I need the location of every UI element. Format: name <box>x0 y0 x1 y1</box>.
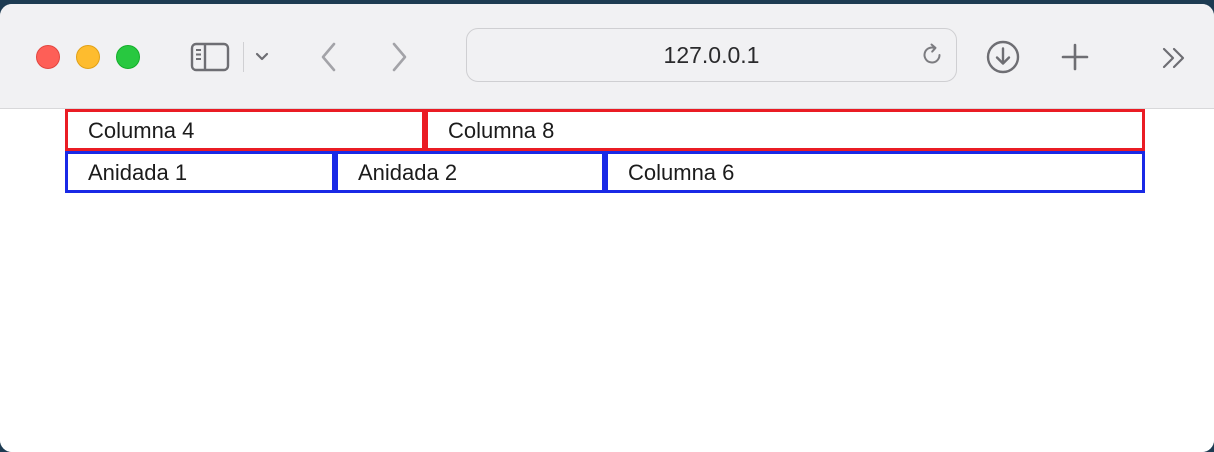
address-bar[interactable]: 127.0.0.1 <box>466 28 957 82</box>
reload-icon <box>923 43 941 64</box>
download-icon <box>986 40 1020 74</box>
column-8-cell: Columna 8 <box>425 109 1145 151</box>
url-text[interactable]: 127.0.0.1 <box>467 29 956 83</box>
sidebar-toggle-button[interactable] <box>188 40 232 74</box>
chevron-left-icon <box>321 42 336 72</box>
chevron-right-icon <box>392 42 407 72</box>
reload-button[interactable] <box>918 41 946 69</box>
forward-button[interactable] <box>382 38 416 76</box>
column-4-cell: Columna 4 <box>65 109 425 151</box>
grid-row-2: Anidada 1 Anidada 2 Columna 6 <box>65 151 1145 193</box>
show-all-tabs-button[interactable] <box>1156 40 1192 76</box>
browser-toolbar: 127.0.0.1 <box>0 4 1214 109</box>
toolbar-divider <box>243 42 244 72</box>
downloads-button[interactable] <box>984 38 1022 76</box>
page-content: Columna 4 Columna 8 Anidada 1 Anidada 2 … <box>0 109 1214 452</box>
chevron-down-icon <box>255 52 269 61</box>
grid-row-1: Columna 4 Columna 8 <box>65 109 1145 151</box>
nested-2-cell: Anidada 2 <box>335 151 605 193</box>
new-tab-button[interactable] <box>1056 38 1094 76</box>
browser-window: 127.0.0.1 Columna 4 Columna 8 Anidada 1 … <box>0 4 1214 452</box>
tab-group-menu-button[interactable] <box>250 44 274 70</box>
close-window-button[interactable] <box>36 45 60 69</box>
back-button[interactable] <box>312 38 346 76</box>
nested-1-cell: Anidada 1 <box>65 151 335 193</box>
maximize-window-button[interactable] <box>116 45 140 69</box>
double-chevron-right-icon <box>1162 47 1185 69</box>
minimize-window-button[interactable] <box>76 45 100 69</box>
sidebar-icon <box>190 42 230 72</box>
plus-icon <box>1061 43 1089 71</box>
column-6-cell: Columna 6 <box>605 151 1145 193</box>
